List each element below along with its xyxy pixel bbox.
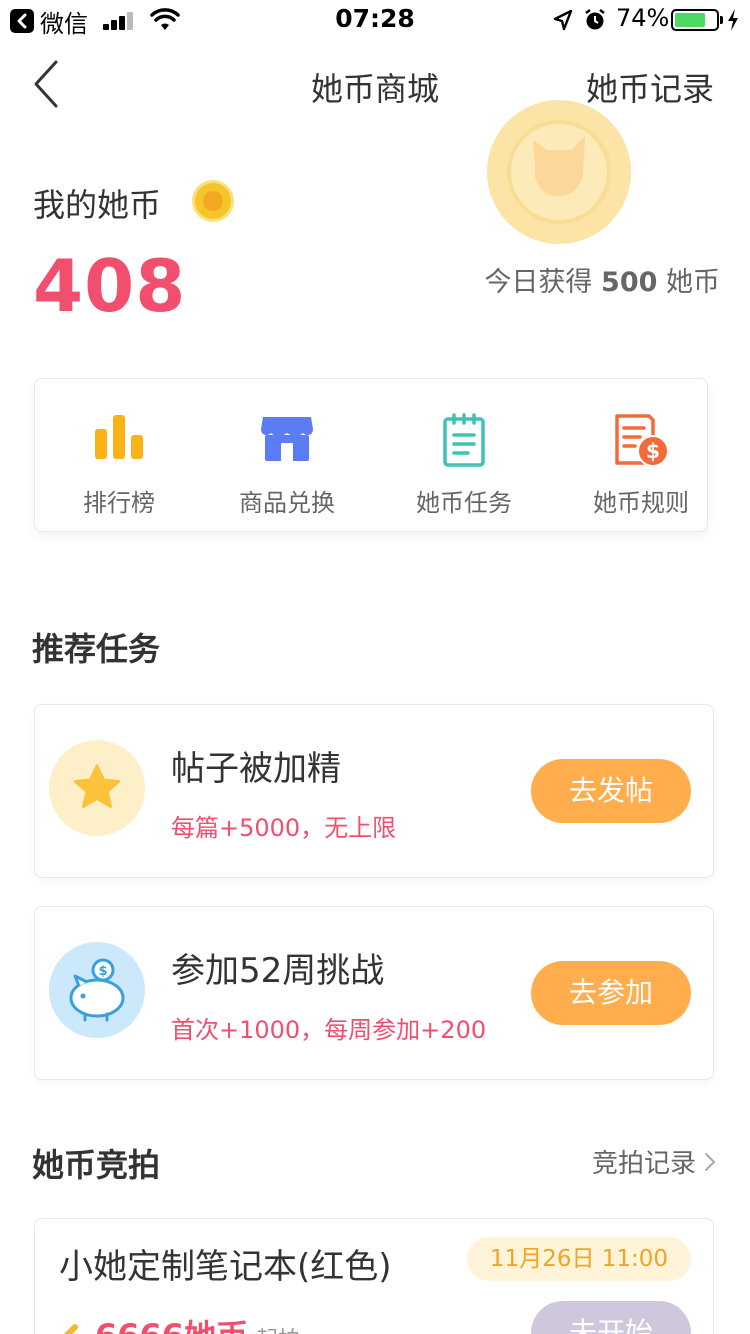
task-reward: 首次+1000，每周参加+200 bbox=[171, 1016, 487, 1044]
charging-bolt-icon bbox=[728, 9, 738, 31]
coin-record-link[interactable]: 她币记录 bbox=[586, 64, 714, 110]
task-title: 参加52周挑战 bbox=[171, 951, 385, 991]
quick-entry-card: 排行榜 商品兑换 她币任务 $ 她币规则 bbox=[34, 378, 708, 532]
task-reward: 每篇+5000，无上限 bbox=[171, 814, 397, 842]
today-suffix: 她币 bbox=[666, 267, 720, 298]
entry-label: 排行榜 bbox=[83, 489, 155, 517]
store-icon bbox=[261, 417, 313, 461]
status-bar: 微信 07:28 74% bbox=[0, 0, 750, 40]
entry-ranking[interactable]: 排行榜 bbox=[35, 379, 203, 533]
battery-percent: 74% bbox=[616, 4, 670, 32]
entry-label: 商品兑换 bbox=[239, 489, 335, 517]
task-title: 帖子被加精 bbox=[171, 749, 341, 789]
clipboard-icon bbox=[443, 413, 485, 467]
entry-tasks[interactable]: 她币任务 bbox=[380, 379, 548, 533]
today-amount: 500 bbox=[601, 267, 658, 298]
coin-icon bbox=[192, 180, 234, 222]
svg-text:$: $ bbox=[646, 439, 660, 463]
piggy-bank-icon: $ bbox=[69, 958, 125, 1022]
piggy-badge: $ bbox=[49, 942, 145, 1038]
navigation-bar: 她币商城 她币记录 bbox=[0, 40, 750, 128]
gavel-icon bbox=[63, 1324, 78, 1334]
chevron-right-icon bbox=[705, 1152, 715, 1171]
auction-item-card: 小她定制笔记本(红色) 11月26日 11:00 6666她币 起拍 未开始 bbox=[34, 1218, 714, 1334]
entry-exchange[interactable]: 商品兑换 bbox=[203, 379, 371, 533]
task-card: 帖子被加精 每篇+5000，无上限 去发帖 bbox=[34, 704, 714, 878]
task-card: $ 参加52周挑战 首次+1000，每周参加+200 去参加 bbox=[34, 906, 714, 1080]
auction-heading: 她币竞拍 bbox=[32, 1146, 161, 1184]
star-badge bbox=[49, 740, 145, 836]
auction-start-time: 11月26日 11:00 bbox=[467, 1237, 691, 1281]
coin-balance: 408 bbox=[33, 244, 187, 328]
auction-item-name: 小她定制笔记本(红色) bbox=[59, 1247, 392, 1287]
entry-label: 她币任务 bbox=[416, 489, 512, 517]
not-started-button[interactable]: 未开始 bbox=[531, 1301, 691, 1334]
today-prefix: 今日获得 bbox=[484, 267, 593, 298]
location-arrow-icon bbox=[553, 9, 573, 31]
cat-coin-icon bbox=[533, 136, 585, 197]
auction-record-link[interactable]: 竞拍记录 bbox=[592, 1143, 716, 1180]
join-challenge-button[interactable]: 去参加 bbox=[531, 961, 691, 1025]
recommended-tasks-heading: 推荐任务 bbox=[32, 630, 161, 668]
auction-price: 6666她币 bbox=[95, 1311, 248, 1334]
battery-icon bbox=[671, 9, 719, 31]
today-earned: 今日获得 500 她币 bbox=[484, 260, 720, 299]
auction-price-row: 6666她币 起拍 bbox=[57, 1311, 300, 1334]
alarm-clock-icon bbox=[585, 9, 605, 30]
rules-dollar-icon: $ bbox=[615, 414, 669, 467]
my-coin-label: 我的她币 bbox=[33, 186, 162, 224]
star-icon bbox=[74, 764, 120, 808]
auction-record-label: 竞拍记录 bbox=[591, 1149, 696, 1179]
auction-start-label: 起拍 bbox=[256, 1322, 300, 1334]
entry-rules[interactable]: $ 她币规则 bbox=[557, 379, 725, 533]
bar-chart-icon bbox=[95, 415, 143, 459]
go-post-button[interactable]: 去发帖 bbox=[531, 759, 691, 823]
entry-label: 她币规则 bbox=[593, 489, 689, 517]
battery-cap bbox=[720, 16, 723, 24]
svg-text:$: $ bbox=[98, 964, 107, 979]
